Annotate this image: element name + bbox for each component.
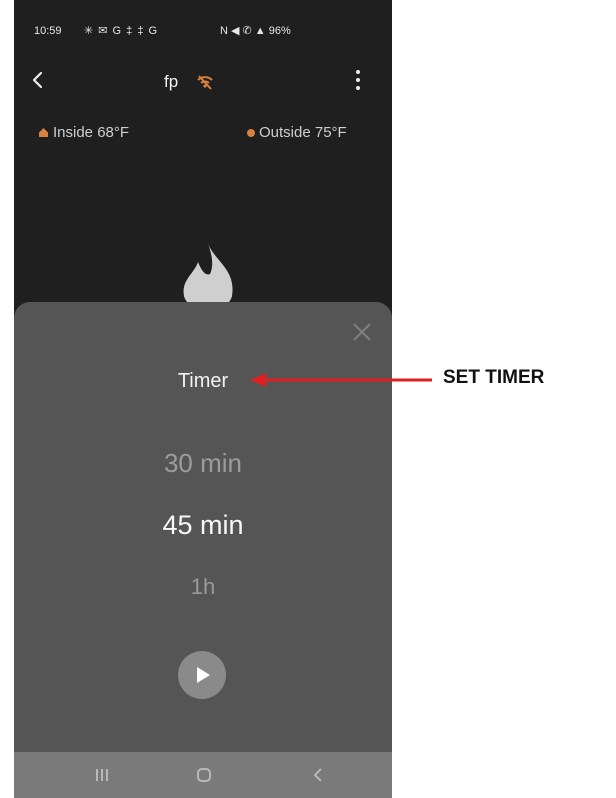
timer-option-45-min-selected[interactable]: 45 min xyxy=(14,510,392,541)
recents-icon[interactable] xyxy=(90,763,114,787)
inside-temperature-label: Inside 68°F xyxy=(53,124,130,141)
timer-option-1h[interactable]: 1h xyxy=(14,574,392,600)
wifi-off-icon xyxy=(197,75,213,90)
home-icon[interactable] xyxy=(192,763,216,787)
phone-screen: 10:59 ✳ ✉ G ‡ ‡ G N ◀ ✆ ▲ 96% fp Inside … xyxy=(14,0,392,798)
sun-icon xyxy=(247,128,255,137)
annotation-label: SET TIMER xyxy=(443,367,545,388)
close-icon xyxy=(353,323,371,341)
outside-temperature: Outside 75°F xyxy=(247,124,347,141)
close-button[interactable] xyxy=(348,318,376,346)
more-options-button[interactable] xyxy=(344,66,372,94)
temperature-readouts: Inside 68°F Outside 75°F xyxy=(14,122,392,146)
house-icon xyxy=(39,128,48,137)
more-vertical-icon-dot xyxy=(356,78,360,82)
back-button[interactable] xyxy=(24,66,52,94)
status-time: 10:59 xyxy=(34,25,62,37)
system-nav-bar xyxy=(14,752,392,798)
app-header: fp xyxy=(14,58,392,106)
annotation-arrow xyxy=(250,373,432,387)
more-vertical-icon-dot xyxy=(356,70,360,74)
status-notification-icons: ✳ ✉ G ‡ ‡ G xyxy=(84,25,159,37)
play-icon xyxy=(197,667,210,683)
more-vertical-icon-dot xyxy=(356,86,360,90)
back-icon[interactable] xyxy=(306,763,330,787)
device-title: fp xyxy=(164,72,179,91)
status-system-icons: N ◀ ✆ ▲ 96% xyxy=(220,25,291,37)
start-timer-button[interactable] xyxy=(178,651,226,699)
outside-temperature-label: Outside 75°F xyxy=(259,124,347,141)
status-bar: 10:59 ✳ ✉ G ‡ ‡ G N ◀ ✆ ▲ 96% xyxy=(14,0,392,50)
chevron-left-icon xyxy=(32,71,43,89)
timer-option-30-min[interactable]: 30 min xyxy=(14,448,392,479)
inside-temperature: Inside 68°F xyxy=(38,124,129,141)
